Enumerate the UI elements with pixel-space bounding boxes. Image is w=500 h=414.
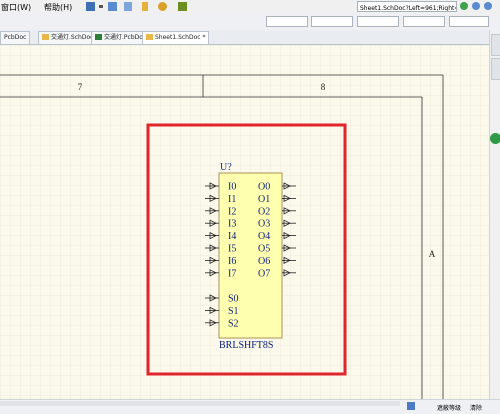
toolbar-dropdown-3[interactable] bbox=[357, 16, 399, 27]
schematic-doc-icon bbox=[42, 34, 49, 40]
menu-bar: 窗口(W) 帮助(H) Sheet1.SchDoc?Left=961;Right… bbox=[0, 0, 500, 14]
mask-icon bbox=[407, 402, 415, 410]
tab-label: 交通灯.PcbDoc bbox=[104, 34, 147, 41]
back-icon[interactable] bbox=[472, 2, 480, 10]
chevron-down-icon[interactable] bbox=[99, 5, 103, 12]
clear-button[interactable]: 清除 bbox=[470, 403, 482, 412]
schematic-canvas[interactable]: 7 8 A U? I0 I1 I2 I3 I4 I5 I6 I7 O0 O1 O2 O3 O4 O5 O6… bbox=[0, 45, 489, 399]
select-pin-label-1: S1 bbox=[228, 306, 239, 317]
tab-label: PcbDoc bbox=[4, 34, 27, 41]
output-pin-label-4: O4 bbox=[258, 231, 270, 242]
output-pin-label-7: O7 bbox=[258, 268, 270, 279]
input-pin-label-4: I4 bbox=[228, 231, 236, 242]
power-port-icon[interactable] bbox=[142, 2, 148, 11]
mask-level-label[interactable]: 遮蔽等级 bbox=[437, 403, 461, 412]
input-pin-label-3: I3 bbox=[228, 219, 236, 230]
input-pin-label-5: I5 bbox=[228, 244, 236, 255]
select-pin-label-2: S2 bbox=[228, 318, 239, 329]
right-side-panel bbox=[489, 30, 500, 401]
component-designator[interactable]: U? bbox=[220, 162, 232, 173]
schematic-doc-icon bbox=[146, 34, 153, 40]
menu-help[interactable]: 帮助(H) bbox=[44, 2, 72, 13]
status-bar: 遮蔽等级 清除 bbox=[0, 399, 500, 414]
output-pin-label-6: O6 bbox=[258, 256, 270, 267]
input-pin-label-2: I2 bbox=[228, 206, 236, 217]
component-name[interactable]: BRLSHFT8S bbox=[219, 340, 273, 351]
document-tab-bar: PcbDoc 交通灯.SchDoc 交通灯.PcbDoc Sheet1.SchD… bbox=[0, 30, 490, 45]
tab-label: 交通灯.SchDoc bbox=[51, 34, 94, 41]
forward-icon[interactable] bbox=[460, 2, 468, 10]
input-pin-label-1: I1 bbox=[228, 194, 236, 205]
net-label-icon[interactable] bbox=[124, 2, 132, 11]
panel-tab-1[interactable] bbox=[491, 34, 500, 56]
refresh-icon[interactable] bbox=[484, 2, 492, 10]
address-field[interactable]: Sheet1.SchDoc?Left=961;Right= bbox=[357, 1, 457, 12]
input-pin-label-0: I0 bbox=[228, 182, 236, 193]
menu-window[interactable]: 窗口(W) bbox=[1, 2, 31, 13]
panel-green-icon[interactable] bbox=[490, 133, 500, 144]
output-pin-label-0: O0 bbox=[258, 182, 270, 193]
tab-label: Sheet1.SchDoc * bbox=[155, 34, 206, 41]
toolbar-dropdown-2[interactable] bbox=[311, 16, 353, 27]
toolbar bbox=[0, 14, 500, 31]
zone-number-7: 7 bbox=[78, 82, 83, 92]
tab-traffic-light-schdoc[interactable]: 交通灯.SchDoc bbox=[38, 31, 98, 45]
output-pin-label-3: O3 bbox=[258, 219, 270, 230]
toolbar-dropdown-1[interactable] bbox=[266, 16, 308, 27]
sheet-symbol-icon[interactable] bbox=[178, 2, 187, 11]
input-pin-label-7: I7 bbox=[228, 268, 236, 279]
horizontal-scrollbar[interactable] bbox=[0, 401, 400, 406]
output-pin-label-1: O1 bbox=[258, 194, 270, 205]
select-pin-label-0: S0 bbox=[228, 294, 239, 305]
toolbar-dropdown-5[interactable] bbox=[449, 16, 489, 27]
part-tool-icon[interactable] bbox=[158, 2, 167, 11]
tab-pcbdoc[interactable]: PcbDoc bbox=[0, 31, 31, 45]
toolbar-dropdown-4[interactable] bbox=[403, 16, 445, 27]
zone-letter-a: A bbox=[429, 249, 436, 259]
wire-tool-icon[interactable] bbox=[86, 2, 95, 11]
input-pin-label-6: I6 bbox=[228, 256, 236, 267]
panel-tab-2[interactable] bbox=[491, 58, 500, 80]
zone-number-8: 8 bbox=[321, 82, 326, 92]
address-text: Sheet1.SchDoc?Left=961;Right= bbox=[360, 5, 457, 12]
output-pin-label-5: O5 bbox=[258, 244, 270, 255]
bus-tool-icon[interactable] bbox=[108, 2, 117, 11]
schematic-drawing: 7 8 A U? I0I1I2 I3I4 I5I6I7 O0O1O2 O3O4 O5O6… bbox=[0, 45, 489, 399]
pcb-doc-icon bbox=[95, 34, 102, 40]
output-pin-label-2: O2 bbox=[258, 206, 270, 217]
tab-sheet1-schdoc[interactable]: Sheet1.SchDoc * bbox=[142, 31, 210, 45]
